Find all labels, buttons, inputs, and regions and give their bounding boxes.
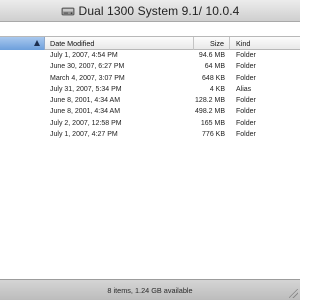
file-size: 776 KB xyxy=(202,131,225,139)
status-bar: 8 items, 1.24 GB available xyxy=(0,279,300,300)
file-kind: Folder xyxy=(236,63,256,71)
file-row[interactable]: July 31, 2007, 5:34 PM 4 KB Alias xyxy=(0,84,300,95)
file-date-modified: June 8, 2001, 4:34 AM xyxy=(50,97,121,105)
file-size: 64 MB xyxy=(204,63,225,71)
file-size: 648 KB xyxy=(202,74,225,82)
file-date-modified: July 1, 2007, 4:27 PM xyxy=(50,131,118,139)
file-kind: Alias xyxy=(236,85,252,93)
file-date-modified: June 8, 2001, 4:34 AM xyxy=(50,108,121,116)
file-date-modified: July 31, 2007, 5:34 PM xyxy=(50,85,122,93)
file-row[interactable]: June 8, 2001, 4:34 AM 498.2 MB Folder xyxy=(0,106,300,117)
column-header-bar: Date Modified Size Kind xyxy=(0,36,300,50)
file-date-modified: March 4, 2007, 3:07 PM xyxy=(50,74,125,82)
file-row[interactable]: June 8, 2001, 4:34 AM 128.2 MB Folder xyxy=(0,95,300,106)
status-text: 8 items, 1.24 GB available xyxy=(107,285,193,295)
file-kind: Folder xyxy=(236,119,256,127)
column-header-size[interactable]: Size xyxy=(194,37,230,50)
column-header-date-modified[interactable]: Date Modified xyxy=(45,37,194,50)
file-date-modified: July 1, 2007, 4:54 PM xyxy=(50,52,118,59)
file-kind: Folder xyxy=(236,97,256,105)
column-header-kind[interactable]: Kind xyxy=(230,37,300,50)
file-size: 94.6 MB xyxy=(198,52,225,59)
file-date-modified: June 30, 2007, 6:27 PM xyxy=(50,63,125,71)
file-kind: Folder xyxy=(236,108,256,116)
file-kind: Folder xyxy=(236,52,256,59)
resize-grip-icon[interactable] xyxy=(289,289,298,298)
file-date-modified: July 2, 2007, 12:58 PM xyxy=(50,119,122,127)
column-header-name[interactable] xyxy=(0,37,45,50)
file-kind: Folder xyxy=(236,74,256,82)
file-row[interactable]: July 2, 2007, 12:58 PM 165 MB Folder xyxy=(0,118,300,129)
window-title: Dual 1300 System 9.1/ 10.0.4 xyxy=(78,4,240,18)
file-list: July 1, 2007, 4:54 PM 94.6 MB Folder Jun… xyxy=(0,50,300,140)
window-title-group: Dual 1300 System 9.1/ 10.0.4 xyxy=(61,4,240,18)
file-kind: Folder xyxy=(236,131,256,139)
sort-ascending-icon xyxy=(34,40,40,46)
file-row[interactable]: March 4, 2007, 3:07 PM 648 KB Folder xyxy=(0,73,300,84)
file-size: 165 MB xyxy=(200,119,225,127)
file-size: 498.2 MB xyxy=(195,108,225,116)
file-row[interactable]: July 1, 2007, 4:54 PM 94.6 MB Folder xyxy=(0,50,300,61)
file-size: 4 KB xyxy=(209,85,225,93)
window-titlebar[interactable]: Dual 1300 System 9.1/ 10.0.4 xyxy=(0,0,300,22)
hard-disk-icon xyxy=(61,7,74,15)
file-row[interactable]: June 30, 2007, 6:27 PM 64 MB Folder xyxy=(0,61,300,72)
file-row[interactable]: July 1, 2007, 4:27 PM 776 KB Folder xyxy=(0,129,300,140)
file-size: 128.2 MB xyxy=(195,97,225,105)
